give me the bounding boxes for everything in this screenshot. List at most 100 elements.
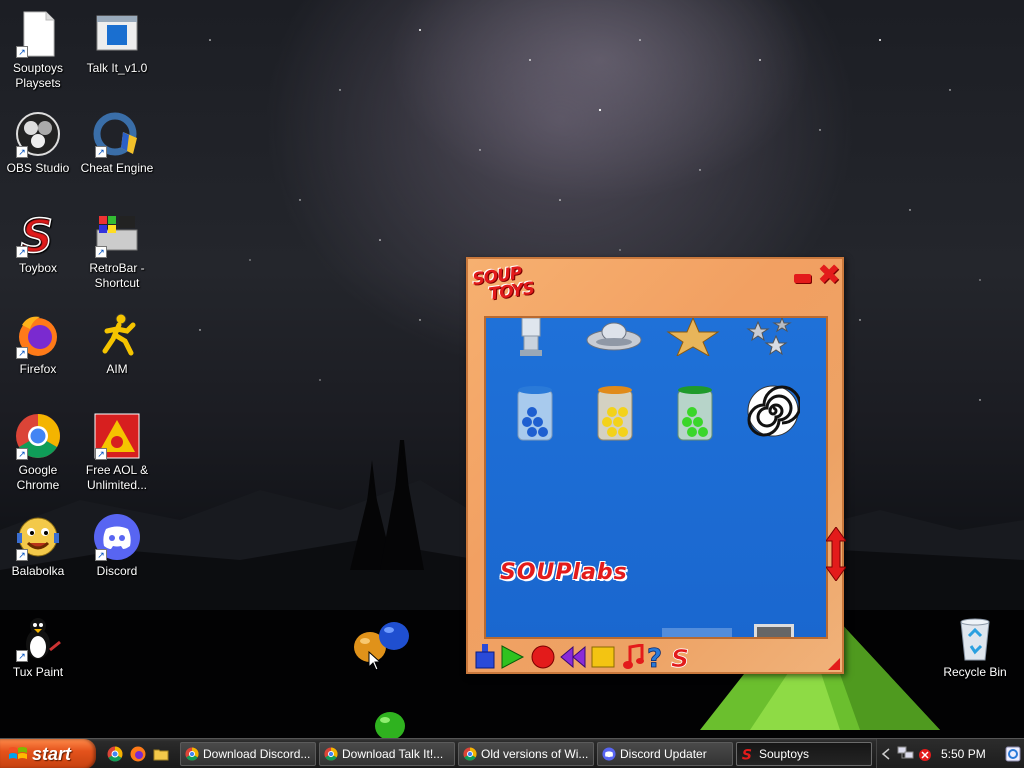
desktop-icon-recycle-bin[interactable]: Recycle Bin [935,614,1015,680]
ufo-toy[interactable] [584,318,644,354]
desktop-icon-aim[interactable]: AIM [77,311,157,377]
green-marbles-jar[interactable] [674,386,716,442]
souplabs-watermark: SOUPlabs [500,560,628,585]
gold-star-toy[interactable] [666,318,720,356]
document-icon: ↗ [14,10,62,58]
start-button[interactable]: start [0,739,96,768]
desktop-icon-tux-paint[interactable]: ↗ Tux Paint [0,614,78,680]
desktop-icon-retrobar[interactable]: ↗ RetroBar - Shortcut [77,210,157,291]
desktop-icon-label: Recycle Bin [943,665,1007,679]
discord-icon: ↗ [93,513,141,561]
system-tray: 5:50 PM [876,739,1024,768]
tux-penguin-icon: ↗ [14,614,62,662]
shortcut-arrow-icon: ↗ [95,549,107,561]
shortcut-arrow-icon: ↗ [16,448,28,460]
svg-text:S: S [742,747,752,761]
recycle-bin-icon [951,614,999,662]
desktop-icon-cheat-engine[interactable]: ↗ Cheat Engine [77,110,157,176]
toy-playfield[interactable]: SOUPlabs [484,316,828,639]
aim-running-man-icon [93,311,141,359]
chrome-icon: ↗ [14,412,62,460]
show-desktop-icon[interactable] [1005,746,1021,762]
desktop-icon-free-aol[interactable]: ↗ Free AOL & Unlimited... [77,412,157,493]
task-souptoys[interactable]: S Souptoys [736,742,872,766]
discord-icon [602,747,616,761]
tray-clock[interactable]: 5:50 PM [941,739,986,768]
obs-icon: ↗ [14,110,62,158]
desktop-icon-talk-it[interactable]: Talk It_v1.0 [77,10,157,76]
desktop-icon-souptoys-playsets[interactable]: ↗ Souptoys Playsets [0,10,78,91]
blue-balloon-toy[interactable] [377,620,411,652]
souptoys-window[interactable]: SOUP TOYS ✖ SOUPlabs ? S [466,257,846,674]
souptoys-s-icon: S [742,747,752,761]
task-download-discord[interactable]: Download Discord... [180,742,316,766]
chrome-icon [324,747,338,761]
desktop-icon-obs-studio[interactable]: ↗ OBS Studio [0,110,78,176]
task-old-versions[interactable]: Old versions of Wi... [458,742,594,766]
desktop-icon-label: Souptoys Playsets [12,61,64,90]
shortcut-arrow-icon: ↗ [16,347,28,359]
aol-icon: ↗ [93,412,141,460]
desktop-icon-google-chrome[interactable]: ↗ Google Chrome [0,412,78,493]
start-label: start [32,744,72,764]
shortcut-arrow-icon: ↗ [95,246,107,258]
taskbar: start Download Discord... Download Talk … [0,738,1024,768]
blue-marbles-jar[interactable] [514,386,556,442]
toy-box-partial[interactable] [754,624,794,637]
resize-grip-icon[interactable] [828,658,840,670]
desktop-icon-label: Google Chrome [16,463,60,492]
desktop-icon-label: Toybox [18,261,58,275]
shortcut-arrow-icon: ↗ [95,448,107,460]
task-discord-updater[interactable]: Discord Updater [597,742,733,766]
rewind-button[interactable] [560,643,586,671]
toybox-plunger-button[interactable] [472,643,498,671]
quicklaunch-folder-icon[interactable] [153,746,169,762]
task-download-talk-it[interactable]: Download Talk It!... [319,742,455,766]
firefox-icon: ↗ [14,311,62,359]
stop-button[interactable] [590,643,616,671]
chrome-icon [185,747,199,761]
toy-edge-partial[interactable] [662,628,732,637]
network-icon[interactable] [897,746,915,762]
yellow-marbles-jar[interactable] [594,386,636,442]
desktop-icon-label: Discord [96,564,138,578]
chrome-icon [463,747,477,761]
desktop-icon-balabolka[interactable]: ↗ Balabolka [0,513,78,579]
scroll-updown-arrow-icon[interactable] [826,527,846,581]
volume-muted-icon[interactable] [917,747,931,761]
desktop-icon-label: Cheat Engine [80,161,154,175]
desktop-icon-label: Firefox [19,362,57,376]
souptoys-s-menu-button[interactable]: S [668,643,694,671]
desktop-icon-label: Talk It_v1.0 [86,61,148,75]
cheat-engine-icon: ↗ [93,110,141,158]
minimize-button[interactable] [794,274,811,283]
desktop-icon-label: AIM [106,362,128,376]
close-button[interactable]: ✖ [816,261,842,289]
small-stars-toy[interactable] [746,318,796,358]
play-button[interactable] [499,643,525,671]
balabolka-face-icon: ↗ [14,513,62,561]
souptoys-logo: SOUP TOYS [471,263,536,305]
desktop-icon-label: Balabolka [11,564,65,578]
shortcut-arrow-icon: ↗ [16,46,28,58]
shortcut-arrow-icon: ↗ [16,549,28,561]
tray-expand-chevron-icon[interactable] [881,748,891,760]
quicklaunch-chrome-icon[interactable] [107,746,123,762]
help-question-icon[interactable]: ? [643,643,669,671]
svg-text:?: ? [647,644,662,670]
desktop-icon-toybox[interactable]: S ↗ Toybox [0,208,78,276]
robot-toy[interactable] [514,318,548,358]
shortcut-arrow-icon: ↗ [16,650,28,662]
souptoys-s-icon: S ↗ [14,208,62,264]
quicklaunch-firefox-icon[interactable] [130,746,146,762]
green-balloon-toy[interactable] [373,710,407,740]
desktop-icon-firefox[interactable]: ↗ Firefox [0,311,78,377]
shortcut-arrow-icon: ↗ [16,146,28,158]
desktop-icon-discord[interactable]: ↗ Discord [77,513,157,579]
record-button[interactable] [530,643,556,671]
desktop-icon-label: RetroBar - Shortcut [89,261,145,290]
retrobar-icon: ↗ [93,210,141,258]
window-app-icon [93,10,141,58]
spiral-disc-toy[interactable] [746,384,800,438]
souptoys-toolbar: ? S [472,643,702,671]
